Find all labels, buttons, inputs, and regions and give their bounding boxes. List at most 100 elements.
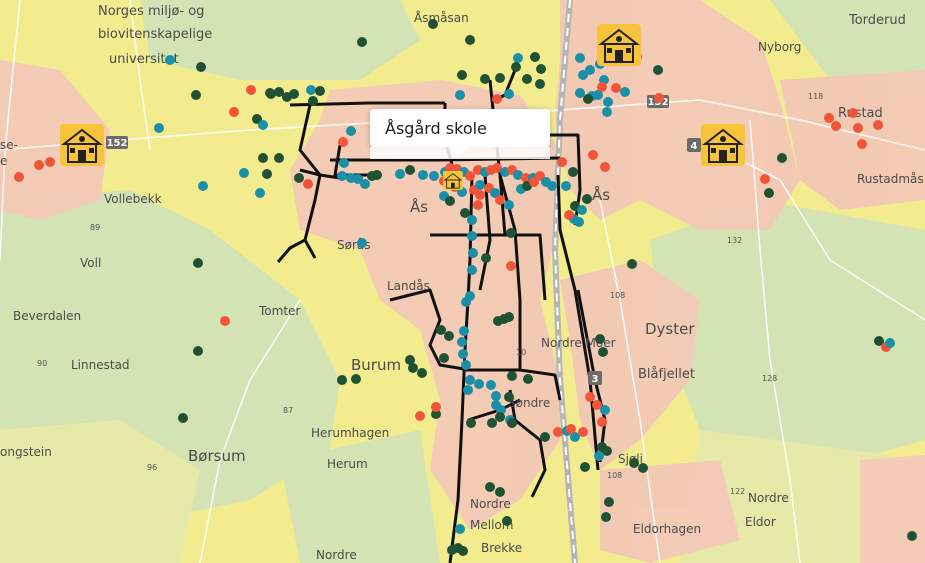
map-marker[interactable] [468, 248, 478, 258]
map-marker[interactable] [475, 180, 485, 190]
map-marker[interactable] [417, 368, 427, 378]
map-marker[interactable] [485, 482, 495, 492]
map-marker[interactable] [486, 380, 496, 390]
map-marker[interactable] [547, 181, 557, 191]
map-marker[interactable] [504, 200, 514, 210]
map-marker[interactable] [457, 337, 467, 347]
map-marker[interactable] [597, 417, 607, 427]
map-marker[interactable] [597, 82, 607, 92]
map-marker[interactable] [575, 53, 585, 63]
map-marker[interactable] [557, 157, 567, 167]
map-marker[interactable] [831, 121, 841, 131]
map-marker[interactable] [444, 331, 454, 341]
map-marker[interactable] [627, 259, 637, 269]
map-marker[interactable] [474, 379, 484, 389]
map-marker[interactable] [346, 126, 356, 136]
map-marker[interactable] [493, 316, 503, 326]
map-marker[interactable] [611, 83, 621, 93]
map-marker[interactable] [239, 168, 249, 178]
map-marker[interactable] [654, 93, 664, 103]
map-marker[interactable] [492, 94, 502, 104]
map-marker[interactable] [577, 205, 587, 215]
map-marker[interactable] [294, 173, 304, 183]
school-icon[interactable] [60, 124, 104, 166]
map-marker[interactable] [502, 516, 512, 526]
map-marker[interactable] [600, 405, 610, 415]
map-marker[interactable] [764, 188, 774, 198]
map-marker[interactable] [604, 497, 614, 507]
map-marker[interactable] [507, 371, 517, 381]
map-marker[interactable] [566, 424, 576, 434]
map-marker[interactable] [415, 411, 425, 421]
map-marker[interactable] [465, 35, 475, 45]
map-marker[interactable] [220, 316, 230, 326]
map-marker[interactable] [511, 62, 521, 72]
map-marker[interactable] [530, 52, 540, 62]
map-marker[interactable] [568, 167, 578, 177]
school-popup[interactable]: Åsgård skole [370, 109, 550, 159]
map-marker[interactable] [405, 165, 415, 175]
map-marker[interactable] [165, 55, 175, 65]
map-marker[interactable] [303, 179, 313, 189]
map-marker[interactable] [475, 190, 485, 200]
map-marker[interactable] [339, 158, 349, 168]
map-marker[interactable] [458, 546, 468, 556]
map-marker[interactable] [504, 89, 514, 99]
map-marker[interactable] [459, 326, 469, 336]
map-marker[interactable] [487, 418, 497, 428]
map-marker[interactable] [308, 96, 318, 106]
map-marker[interactable] [14, 172, 24, 182]
map-marker[interactable] [760, 174, 770, 184]
map-marker[interactable] [495, 195, 505, 205]
map-marker[interactable] [246, 85, 256, 95]
map-marker[interactable] [595, 334, 605, 344]
map-marker[interactable] [506, 228, 516, 238]
map-marker[interactable] [418, 170, 428, 180]
map-marker[interactable] [523, 374, 533, 384]
map-marker[interactable] [439, 353, 449, 363]
map-marker[interactable] [274, 153, 284, 163]
map-marker[interactable] [588, 150, 598, 160]
map-marker[interactable] [337, 375, 347, 385]
map-marker[interactable] [196, 62, 206, 72]
map-marker[interactable] [495, 73, 505, 83]
map-marker[interactable] [461, 297, 471, 307]
map-marker[interactable] [315, 86, 325, 96]
map-marker[interactable] [575, 88, 585, 98]
map-marker[interactable] [193, 258, 203, 268]
map-marker[interactable] [480, 74, 490, 84]
map-marker[interactable] [461, 360, 471, 370]
school-icon[interactable] [701, 124, 745, 166]
map-marker[interactable] [602, 107, 612, 117]
map-marker[interactable] [653, 65, 663, 75]
map-marker[interactable] [408, 363, 418, 373]
map-marker[interactable] [629, 458, 639, 468]
map-marker[interactable] [467, 231, 477, 241]
map-marker[interactable] [583, 94, 593, 104]
map-marker[interactable] [357, 37, 367, 47]
map-marker[interactable] [578, 427, 588, 437]
map-marker[interactable] [45, 157, 55, 167]
map-marker[interactable] [491, 391, 501, 401]
map-marker[interactable] [513, 53, 523, 63]
map-marker[interactable] [265, 88, 275, 98]
map-marker[interactable] [824, 113, 834, 123]
map-marker[interactable] [445, 196, 455, 206]
map-marker[interactable] [507, 418, 517, 428]
map-marker[interactable] [553, 427, 563, 437]
map-marker[interactable] [603, 97, 613, 107]
map-marker[interactable] [536, 64, 546, 74]
map-marker[interactable] [436, 325, 446, 335]
map-marker[interactable] [467, 265, 477, 275]
map-marker[interactable] [372, 170, 382, 180]
map-marker[interactable] [598, 347, 608, 357]
map-marker[interactable] [229, 107, 239, 117]
map-marker[interactable] [193, 346, 203, 356]
map-marker[interactable] [258, 120, 268, 130]
map-marker[interactable] [198, 181, 208, 191]
map-marker[interactable] [351, 374, 361, 384]
map-canvas[interactable]: 152 152 4 3 118 89 90 87 96 108 132 128 … [0, 0, 925, 563]
map-marker[interactable] [258, 153, 268, 163]
map-marker[interactable] [504, 392, 514, 402]
map-marker[interactable] [848, 108, 858, 118]
